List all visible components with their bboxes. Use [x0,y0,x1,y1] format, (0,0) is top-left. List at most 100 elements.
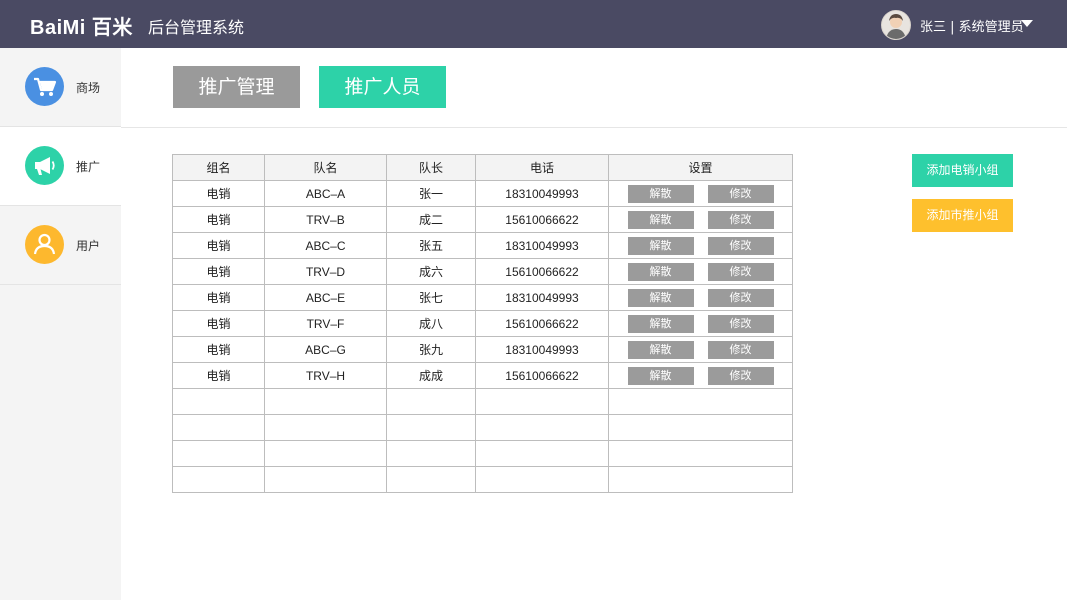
leader-cell: 张九 [386,336,476,363]
settings-cell: 解散 修改 [608,284,793,311]
leader-cell [386,440,476,467]
team-cell [264,414,387,441]
settings-cell: 解散 修改 [608,206,793,233]
phone-cell: 18310049993 [475,336,609,363]
dissolve-button[interactable]: 解散 [627,236,694,255]
settings-cell: 解散 修改 [608,258,793,285]
avatar[interactable] [881,10,911,40]
sidebar-item-label: 商场 [76,81,101,95]
sidebar-item-mall[interactable]: 商场 [0,48,121,127]
phone-cell [475,466,609,493]
edit-button[interactable]: 修改 [707,366,774,385]
phone-cell: 15610066622 [475,310,609,337]
leader-cell: 成成 [386,362,476,389]
group-cell: 电销 [172,258,265,285]
megaphone-icon [25,146,64,185]
settings-cell [608,414,793,441]
leader-cell: 张五 [386,232,476,259]
system-title: 后台管理系统 [148,18,245,37]
group-cell: 电销 [172,336,265,363]
team-cell: TRV–H [264,362,387,389]
tab-promotion-management[interactable]: 推广管理 [173,66,300,108]
column-header-phone: 电话 [475,154,609,181]
add-phone-group-button[interactable]: 添加电销小组 [912,154,1013,187]
edit-button[interactable]: 修改 [707,236,774,255]
table-row: 电销 TRV–H 成成 15610066622 解散 修改 [172,362,793,389]
empty-table-row [172,414,793,441]
table-header-row: 组名 队名 队长 电话 设置 [172,154,793,181]
table-row: 电销 TRV–B 成二 15610066622 解散 修改 [172,206,793,233]
top-bar: BaiMi 百米 后台管理系统 张三 | 系统管理员 [0,0,1067,48]
team-table: 组名 队名 队长 电话 设置 电销 ABC–A 张一 18310049993 解散 修改电… [172,154,793,493]
settings-cell: 解散 修改 [608,362,793,389]
team-cell: TRV–D [264,258,387,285]
settings-cell [608,388,793,415]
leader-cell: 张七 [386,284,476,311]
group-cell: 电销 [172,180,265,207]
divider [121,127,1067,128]
edit-button[interactable]: 修改 [707,314,774,333]
sidebar-item-promotion[interactable]: 推广 [0,127,121,206]
table-row: 电销 ABC–C 张五 18310049993 解散 修改 [172,232,793,259]
user-name[interactable]: 张三 | 系统管理员 [920,16,1024,35]
phone-cell: 15610066622 [475,362,609,389]
dissolve-button[interactable]: 解散 [627,262,694,281]
dissolve-button[interactable]: 解散 [627,340,694,359]
group-cell: 电销 [172,310,265,337]
dissolve-button[interactable]: 解散 [627,366,694,385]
phone-cell: 18310049993 [475,232,609,259]
team-cell: ABC–G [264,336,387,363]
phone-cell [475,440,609,467]
dissolve-button[interactable]: 解散 [627,184,694,203]
leader-cell: 成六 [386,258,476,285]
sidebar-item-label: 推广 [76,160,101,174]
column-header-leader: 队长 [386,154,476,181]
dissolve-button[interactable]: 解散 [627,288,694,307]
sidebar-item-users[interactable]: 用户 [0,206,121,285]
table-row: 电销 ABC–A 张一 18310049993 解散 修改 [172,180,793,207]
edit-button[interactable]: 修改 [707,340,774,359]
avatar-icon [886,14,906,39]
edit-button[interactable]: 修改 [707,210,774,229]
settings-cell: 解散 修改 [608,232,793,259]
team-cell: ABC–C [264,232,387,259]
dissolve-button[interactable]: 解散 [627,314,694,333]
team-cell [264,440,387,467]
group-cell [172,414,265,441]
group-cell [172,466,265,493]
empty-table-row [172,388,793,415]
sidebar: 商场 推广 用户 [0,48,121,600]
edit-button[interactable]: 修改 [707,262,774,281]
group-cell: 电销 [172,284,265,311]
leader-cell: 张一 [386,180,476,207]
user-icon [25,225,64,264]
table-row: 电销 TRV–D 成六 15610066622 解散 修改 [172,258,793,285]
column-header-settings: 设置 [608,154,793,181]
phone-cell: 15610066622 [475,258,609,285]
phone-cell [475,414,609,441]
dissolve-button[interactable]: 解散 [627,210,694,229]
team-cell: ABC–A [264,180,387,207]
sidebar-item-label: 用户 [76,239,101,253]
edit-button[interactable]: 修改 [707,288,774,307]
group-cell [172,440,265,467]
leader-cell [386,414,476,441]
team-cell [264,388,387,415]
team-cell: TRV–B [264,206,387,233]
logo: BaiMi 百米 [30,17,133,39]
settings-cell: 解散 修改 [608,180,793,207]
table-row: 电销 ABC–E 张七 18310049993 解散 修改 [172,284,793,311]
edit-button[interactable]: 修改 [707,184,774,203]
team-cell: ABC–E [264,284,387,311]
tab-promotion-staff[interactable]: 推广人员 [319,66,446,108]
add-market-group-button[interactable]: 添加市推小组 [912,199,1013,232]
group-cell [172,388,265,415]
leader-cell: 成二 [386,206,476,233]
column-header-team: 队名 [264,154,387,181]
phone-cell: 18310049993 [475,284,609,311]
team-cell: TRV–F [264,310,387,337]
group-cell: 电销 [172,362,265,389]
chevron-down-icon[interactable] [1021,20,1033,27]
empty-table-row [172,466,793,493]
settings-cell: 解散 修改 [608,310,793,337]
